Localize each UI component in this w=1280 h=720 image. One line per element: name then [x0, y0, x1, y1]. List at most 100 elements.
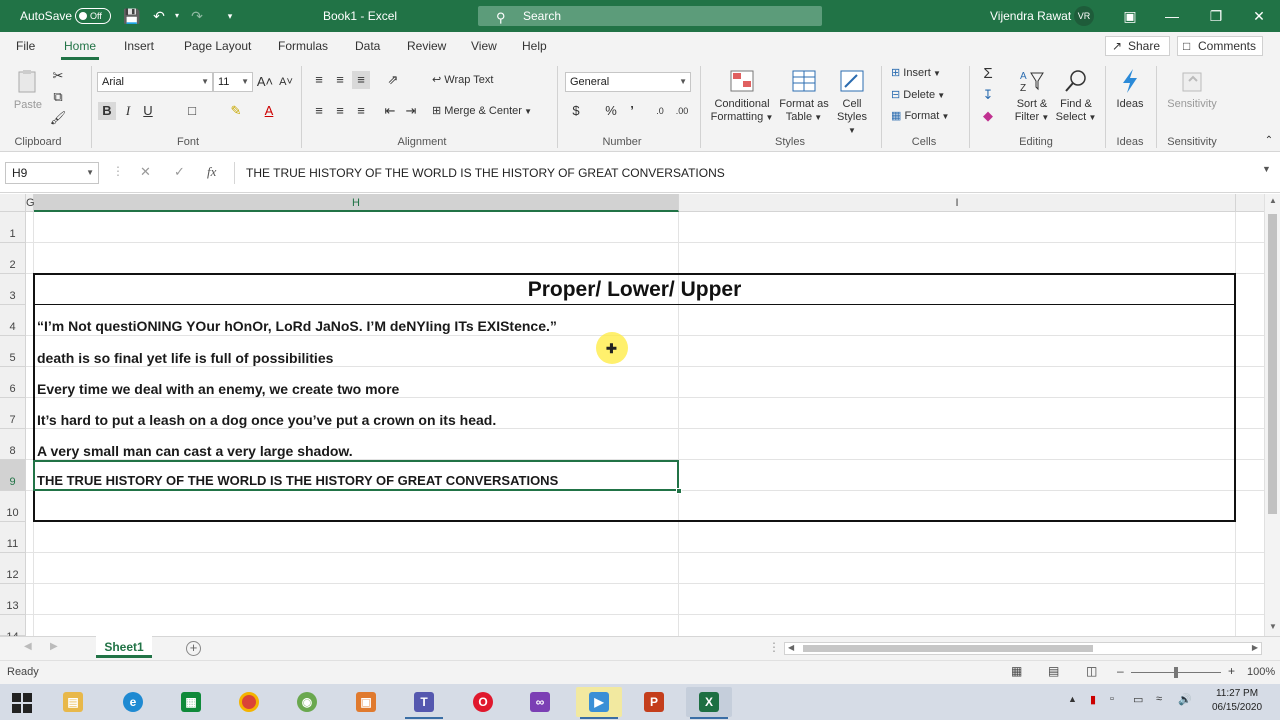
align-right-icon[interactable]: ≡: [352, 102, 370, 120]
font-name-combo[interactable]: Arial ▼: [97, 72, 213, 92]
align-bottom-icon[interactable]: ≡: [352, 71, 370, 89]
cell-styles-button[interactable]: Cell Styles ▼: [832, 67, 872, 137]
comma-style-icon[interactable]: ’: [623, 102, 641, 120]
cell-h6[interactable]: Every time we deal with an enemy, we cre…: [37, 381, 399, 397]
tray-app-icon[interactable]: ▮: [1090, 693, 1096, 706]
row-header[interactable]: 14: [0, 615, 26, 636]
cell-h4[interactable]: “I’m Not questiONING YOur hOnOr, LoRd Ja…: [37, 318, 557, 334]
increase-indent-icon[interactable]: ⇥: [402, 102, 420, 120]
zoom-in-icon[interactable]: +: [1228, 664, 1235, 678]
row-header[interactable]: 12: [0, 553, 26, 584]
page-break-view-icon[interactable]: ◫: [1086, 664, 1097, 678]
add-sheet-icon[interactable]: +: [186, 641, 201, 656]
restore-icon[interactable]: ❐: [1207, 7, 1225, 25]
format-painter-icon[interactable]: 🖌: [49, 109, 67, 127]
taskbar-opera[interactable]: O: [460, 687, 506, 717]
column-header-i[interactable]: I: [679, 194, 1236, 212]
collapse-ribbon-icon[interactable]: ⌃: [1260, 132, 1278, 150]
zoom-out-icon[interactable]: –: [1117, 664, 1124, 678]
volume-icon[interactable]: 🔊: [1178, 693, 1192, 706]
taskbar-excel[interactable]: X: [686, 687, 732, 719]
row-header[interactable]: 9: [0, 460, 26, 491]
customize-toolbar-icon[interactable]: ▾: [221, 7, 239, 25]
scroll-up-icon[interactable]: ▲: [1269, 196, 1277, 205]
column-header-j[interactable]: [1236, 194, 1264, 212]
clear-icon[interactable]: ◆: [979, 107, 997, 125]
zoom-slider-thumb[interactable]: [1174, 667, 1178, 678]
sensitivity-button[interactable]: Sensitivity: [1162, 67, 1222, 111]
vertical-scrollbar[interactable]: ▲ ▼: [1264, 194, 1280, 636]
copy-icon[interactable]: ⧉: [49, 88, 67, 106]
network-icon[interactable]: ▫: [1110, 693, 1114, 705]
tab-insert[interactable]: Insert: [124, 39, 154, 53]
align-top-icon[interactable]: ≡: [310, 71, 328, 89]
taskbar-clock[interactable]: 11:27 PM 06/15/2020: [1200, 687, 1274, 715]
align-left-icon[interactable]: ≡: [310, 102, 328, 120]
autosave-toggle[interactable]: Off: [75, 8, 111, 24]
font-size-combo[interactable]: 11 ▼: [213, 72, 253, 92]
taskbar-app-chameleon[interactable]: ◉: [284, 687, 330, 717]
redo-icon[interactable]: ↷: [188, 7, 206, 25]
bold-icon[interactable]: B: [98, 102, 116, 120]
prev-sheet-icon[interactable]: ◀: [24, 641, 32, 652]
user-name[interactable]: Vijendra Rawat: [990, 0, 1071, 32]
paste-button[interactable]: Paste: [10, 68, 46, 112]
row-header[interactable]: 6: [0, 367, 26, 398]
zoom-level[interactable]: 100%: [1247, 666, 1275, 678]
number-format-combo[interactable]: General ▼: [565, 72, 691, 92]
orientation-icon[interactable]: ⇗: [384, 71, 402, 89]
select-all-corner[interactable]: [0, 194, 26, 212]
formula-input[interactable]: THE TRUE HISTORY OF THE WORLD IS THE HIS…: [234, 162, 1254, 184]
column-header-g[interactable]: G: [26, 194, 35, 212]
undo-icon[interactable]: ↶: [150, 7, 168, 25]
wifi-icon[interactable]: ≈: [1156, 693, 1162, 705]
cancel-entry-icon[interactable]: ✕: [140, 164, 151, 180]
ideas-button[interactable]: Ideas: [1112, 67, 1148, 111]
insert-function-icon[interactable]: fx: [207, 164, 216, 180]
find-select-button[interactable]: Find & Select ▼: [1055, 67, 1097, 124]
sheet-tab[interactable]: Sheet1: [96, 636, 152, 658]
underline-icon[interactable]: U: [139, 102, 157, 120]
scroll-left-icon[interactable]: ◀: [788, 643, 794, 652]
worksheet-grid[interactable]: G H I 1 2 3 4 5 6 7 8 9 10 11 12 13 14 P…: [0, 194, 1264, 636]
merge-center-button[interactable]: ⊞ Merge & Center ▼: [432, 105, 532, 118]
cell-h7[interactable]: It’s hard to put a leash on a dog once y…: [37, 412, 496, 428]
cut-icon[interactable]: ✂: [49, 67, 67, 85]
borders-icon[interactable]: □: [183, 102, 201, 120]
wrap-text-button[interactable]: ↩ Wrap Text: [432, 74, 493, 87]
share-button[interactable]: ↗ Share: [1105, 36, 1170, 56]
normal-view-icon[interactable]: ▦: [1011, 664, 1022, 678]
confirm-entry-icon[interactable]: ✓: [174, 164, 185, 180]
taskbar-visual-studio[interactable]: ∞: [517, 687, 563, 717]
conditional-formatting-button[interactable]: Conditional Formatting ▼: [707, 67, 777, 124]
delete-cells-button[interactable]: ⊟ Delete ▼: [891, 89, 945, 102]
tab-page-layout[interactable]: Page Layout: [184, 39, 251, 53]
italic-icon[interactable]: I: [119, 102, 137, 120]
fill-icon[interactable]: ↧: [979, 86, 997, 104]
taskbar-snip-tool[interactable]: ▣: [343, 687, 389, 717]
row-header[interactable]: 2: [0, 243, 26, 274]
align-center-icon[interactable]: ≡: [331, 102, 349, 120]
increase-decimal-icon[interactable]: .0: [651, 102, 669, 120]
scroll-down-icon[interactable]: ▼: [1269, 622, 1277, 631]
expand-formula-bar-icon[interactable]: ▼: [1262, 164, 1271, 174]
horizontal-scrollbar[interactable]: ◀ ▶: [784, 642, 1262, 655]
battery-icon[interactable]: ▭: [1133, 693, 1143, 706]
format-as-table-button[interactable]: Format as Table ▼: [778, 67, 830, 124]
taskbar-file-explorer[interactable]: ▤: [50, 687, 96, 717]
row-header[interactable]: 10: [0, 491, 26, 522]
tab-formulas[interactable]: Formulas: [278, 39, 328, 53]
row-header[interactable]: 1: [0, 212, 26, 243]
next-sheet-icon[interactable]: ▶: [50, 641, 58, 652]
row-header[interactable]: 13: [0, 584, 26, 615]
tab-review[interactable]: Review: [407, 39, 446, 53]
comments-button[interactable]: □ Comments: [1177, 36, 1263, 56]
align-middle-icon[interactable]: ≡: [331, 71, 349, 89]
taskbar-teams[interactable]: T: [401, 687, 447, 719]
tab-splitter-icon[interactable]: ⋮: [768, 640, 780, 654]
row-header[interactable]: 11: [0, 522, 26, 553]
tab-data[interactable]: Data: [355, 39, 380, 53]
column-header-h[interactable]: H: [34, 194, 679, 212]
taskbar-internet-explorer[interactable]: e: [110, 687, 156, 717]
cell-h8[interactable]: A very small man can cast a very large s…: [37, 443, 353, 459]
